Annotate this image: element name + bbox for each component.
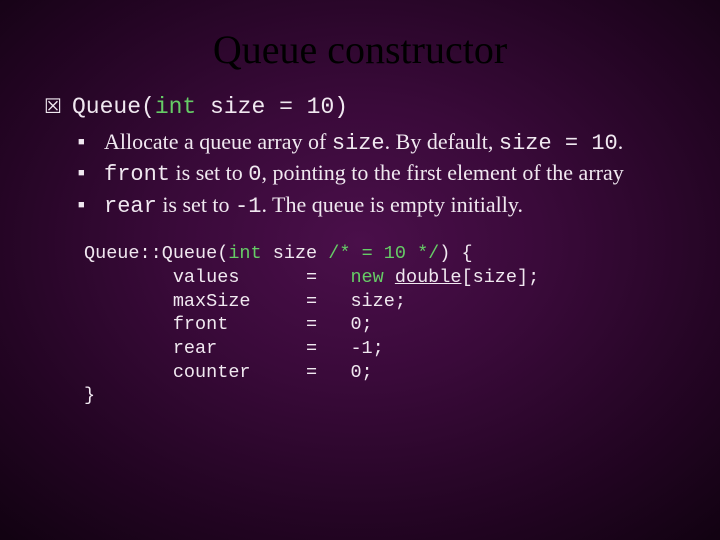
square-icon: ■ [78,159,104,186]
bullet-text: front is set to 0, pointing to the first… [104,159,676,189]
bullet-level2: ■ Allocate a queue array of size. By def… [78,128,676,158]
constructor-signature: Queue(int size = 10) [72,93,676,122]
bullet-text: Allocate a queue array of size. By defau… [104,128,676,158]
bullet-text: rear is set to -1. The queue is empty in… [104,191,676,221]
square-icon: ■ [78,191,104,218]
bullet-level2: ■ rear is set to -1. The queue is empty … [78,191,676,221]
bullet-level2: ■ front is set to 0, pointing to the fir… [78,159,676,189]
bullet-level1: ☒ Queue(int size = 10) [44,93,676,122]
slide: Queue constructor ☒ Queue(int size = 10)… [0,0,720,540]
slide-title: Queue constructor [0,0,720,73]
square-icon: ■ [78,128,104,155]
sub-bullets: ■ Allocate a queue array of size. By def… [78,128,676,221]
crossbox-icon: ☒ [44,93,72,121]
code-block: Queue::Queue(int size /* = 10 */) { valu… [84,242,676,408]
slide-content: ☒ Queue(int size = 10) ■ Allocate a queu… [0,73,720,408]
